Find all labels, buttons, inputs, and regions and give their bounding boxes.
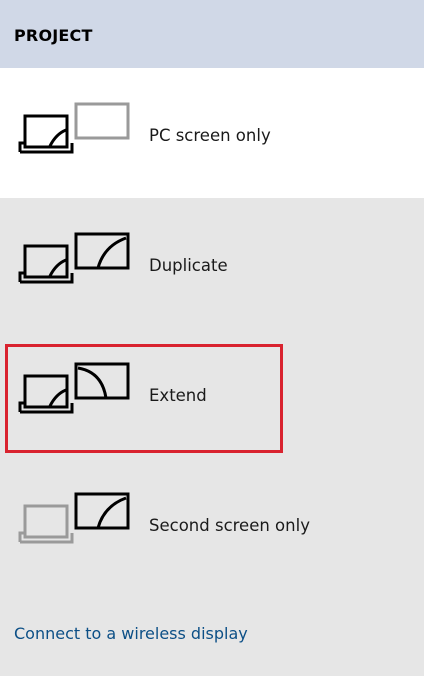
second-screen-only-icon (18, 492, 130, 544)
option-label: Duplicate (149, 256, 228, 275)
duplicate-icon (18, 232, 130, 284)
option-pc-screen-only[interactable]: PC screen only (0, 68, 424, 198)
option-duplicate[interactable]: Duplicate (0, 198, 424, 328)
project-title: PROJECT (14, 26, 93, 45)
project-header: PROJECT (0, 0, 424, 68)
connect-wireless-display-link[interactable]: Connect to a wireless display (14, 624, 248, 643)
option-label: PC screen only (149, 126, 271, 145)
focus-highlight-box (5, 344, 283, 453)
option-label: Second screen only (149, 516, 310, 535)
option-second-screen-only[interactable]: Second screen only (0, 458, 424, 588)
pc-screen-only-icon (18, 102, 130, 154)
